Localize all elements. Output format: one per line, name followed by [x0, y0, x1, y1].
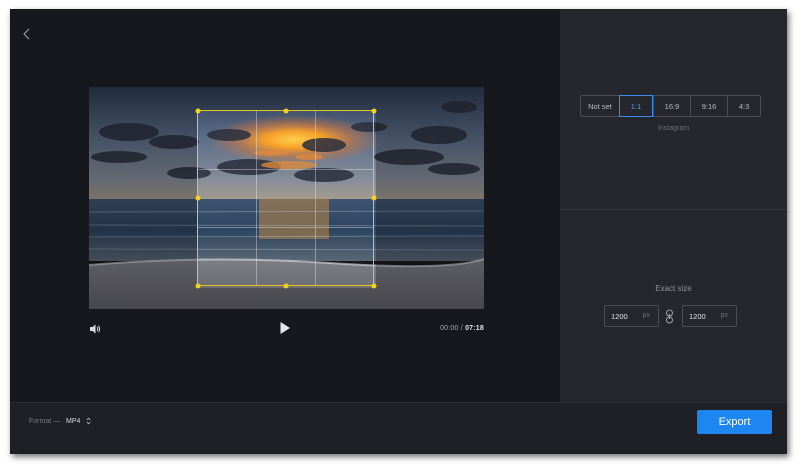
- ratio-option-not-set[interactable]: Not set: [581, 96, 619, 116]
- format-label: Format —: [29, 418, 61, 425]
- ratio-option-9-16[interactable]: 9:16: [690, 96, 727, 116]
- total-time: 07:18: [465, 325, 484, 332]
- ratio-option-16-9[interactable]: 16:9: [652, 96, 690, 116]
- height-value: 1200: [689, 312, 706, 321]
- format-dropdown[interactable]: MP4: [66, 417, 91, 425]
- crop-handle-bottom-right[interactable]: [371, 283, 377, 289]
- exact-size-label: Exact size: [655, 284, 692, 293]
- height-field[interactable]: 1200 px: [682, 305, 737, 327]
- video-preview: [89, 87, 484, 309]
- play-button[interactable]: [279, 321, 291, 340]
- crop-handle-left[interactable]: [195, 195, 201, 201]
- crop-handle-bottom[interactable]: [283, 283, 289, 289]
- time-readout: 00:00 / 07:18: [440, 325, 484, 332]
- time-separator: /: [460, 325, 463, 332]
- crop-handle-right[interactable]: [371, 195, 377, 201]
- aspect-ratio-selector: Not set 1:1 16:9 9:16 4:3: [580, 95, 761, 117]
- panel-divider: [560, 209, 787, 210]
- width-value: 1200: [611, 312, 628, 321]
- ratio-option-1-1[interactable]: 1:1: [619, 95, 653, 117]
- crop-handle-top-right[interactable]: [371, 108, 377, 114]
- crop-handle-top-left[interactable]: [195, 108, 201, 114]
- ratio-caption: Instagram: [657, 125, 690, 132]
- back-button[interactable]: [20, 27, 34, 41]
- crop-grid-line: [198, 169, 373, 170]
- format-value: MP4: [66, 417, 81, 425]
- player-controls: 00:00 / 07:18: [89, 321, 484, 339]
- settings-panel: Not set 1:1 16:9 9:16 4:3 Instagram Exac…: [560, 9, 787, 402]
- updown-chevron-icon: [86, 417, 91, 425]
- width-unit: px: [642, 312, 650, 319]
- app-window: 00:00 / 07:18 Not set 1:1 16:9 9:16 4:3 …: [10, 9, 787, 454]
- height-unit: px: [720, 312, 728, 319]
- crop-handle-top[interactable]: [283, 108, 289, 114]
- preview-area: 00:00 / 07:18: [10, 9, 559, 402]
- width-field[interactable]: 1200 px: [604, 305, 659, 327]
- ratio-option-4-3[interactable]: 4:3: [727, 96, 760, 116]
- play-icon: [280, 322, 290, 334]
- chain-link-icon: [666, 309, 673, 324]
- chevron-left-icon: [23, 28, 30, 40]
- crop-grid-line: [315, 111, 316, 285]
- crop-frame[interactable]: [195, 108, 377, 289]
- export-button[interactable]: Export: [697, 410, 772, 434]
- crop-grid-line: [256, 111, 257, 285]
- crop-grid-line: [198, 227, 373, 228]
- speaker-icon: [90, 324, 101, 334]
- crop-handle-bottom-left[interactable]: [195, 283, 201, 289]
- bottom-bar: Format — MP4 Export: [10, 402, 787, 454]
- aspect-lock-button[interactable]: [665, 309, 674, 329]
- volume-button[interactable]: [89, 322, 101, 340]
- current-time: 00:00: [440, 325, 459, 332]
